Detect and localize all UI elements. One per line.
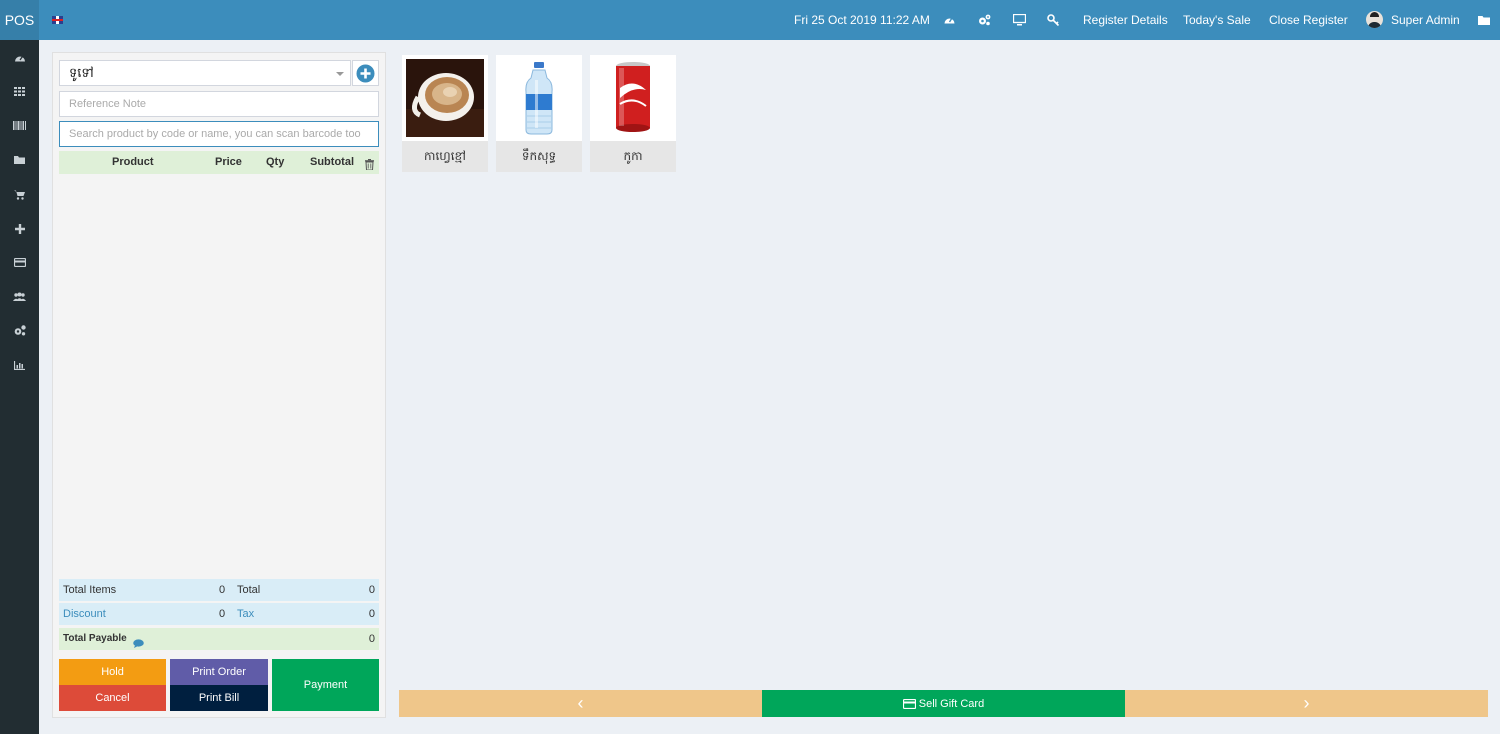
app-logo[interactable]: POS <box>0 0 39 40</box>
sell-gift-card-label: Sell Gift Card <box>918 697 985 710</box>
sidebar-plus-icon[interactable] <box>10 219 29 238</box>
column-qty: Qty <box>266 156 285 168</box>
user-avatar[interactable] <box>1366 11 1383 28</box>
user-name[interactable]: Super Admin <box>1391 0 1460 40</box>
chevron-down-icon <box>336 72 344 76</box>
cancel-button[interactable]: Cancel <box>59 685 166 711</box>
plus-circle-icon <box>356 64 375 82</box>
chevron-right-icon: › <box>1303 693 1310 713</box>
coffee-cup-image <box>402 55 488 141</box>
total-items-value: 0 <box>219 584 226 596</box>
total-payable-value: 0 <box>368 633 375 645</box>
discount-link[interactable]: Discount <box>63 603 106 625</box>
sidebar-settings-icon[interactable] <box>10 321 29 340</box>
tax-link[interactable]: Tax <box>237 603 254 625</box>
column-price: Price <box>215 156 242 168</box>
header-datetime: Fri 25 Oct 2019 11:22 AM <box>794 13 930 27</box>
flag-uk-icon[interactable] <box>52 16 63 24</box>
product-search-input[interactable] <box>59 121 379 147</box>
comment-icon[interactable] <box>133 634 144 656</box>
sidebar-folder-icon[interactable] <box>10 150 29 169</box>
total-items-label: Total Items <box>63 584 117 596</box>
sidebar-barcode-icon[interactable] <box>10 116 29 135</box>
totals-row-items: Total Items 0 Total 0 <box>59 579 379 601</box>
order-items-list <box>59 174 379 578</box>
column-product: Product <box>112 156 154 168</box>
discount-value: 0 <box>219 608 226 620</box>
chevron-left-icon: ‹ <box>577 693 584 713</box>
customer-select[interactable]: ទូទៅ <box>59 60 351 86</box>
todays-sale-link[interactable]: Today's Sale <box>1183 0 1251 40</box>
totals-row-discount: Discount 0 Tax 0 <box>59 603 379 625</box>
sidebar-users-icon[interactable] <box>10 287 29 306</box>
product-tile[interactable]: កូកា <box>590 55 676 172</box>
close-register-link[interactable]: Close Register <box>1269 0 1348 40</box>
sell-gift-card-button[interactable]: Sell Gift Card <box>762 690 1125 717</box>
print-order-button[interactable]: Print Order <box>170 659 268 685</box>
payment-button[interactable]: Payment <box>272 659 379 711</box>
key-icon[interactable] <box>1047 13 1060 26</box>
sidebar-dashboard-icon[interactable] <box>10 48 29 67</box>
sidebar <box>0 40 39 734</box>
product-tile[interactable]: កាហ្វេខ្មៅ <box>402 55 488 172</box>
totals-row-payable: Total Payable 0 <box>59 628 379 650</box>
reference-note-input[interactable] <box>59 91 379 117</box>
monitor-icon[interactable] <box>1013 13 1026 26</box>
previous-page-button[interactable]: ‹ <box>399 690 762 717</box>
order-panel: ទូទៅ Product Price Qty Subtotal Total It… <box>52 52 386 718</box>
register-details-link[interactable]: Register Details <box>1083 0 1168 40</box>
credit-card-icon <box>902 698 916 709</box>
tax-value: 0 <box>368 608 375 620</box>
order-table-header: Product Price Qty Subtotal <box>59 151 379 174</box>
top-navbar: POS Fri 25 Oct 2019 11:22 AM Register De… <box>0 0 1500 40</box>
print-bill-button[interactable]: Print Bill <box>170 685 268 711</box>
total-value: 0 <box>368 584 375 596</box>
product-tile[interactable]: ទឹកសុទ្ធ <box>496 55 582 172</box>
water-bottle-image <box>496 55 582 141</box>
hold-button[interactable]: Hold <box>59 659 166 685</box>
add-customer-button[interactable] <box>352 60 379 86</box>
dashboard-icon[interactable] <box>943 13 956 26</box>
next-page-button[interactable]: › <box>1125 690 1488 717</box>
column-subtotal: Subtotal <box>310 156 354 168</box>
settings-icon[interactable] <box>978 13 991 26</box>
sidebar-grid-icon[interactable] <box>10 82 29 101</box>
customer-select-value: ទូទៅ <box>69 65 94 80</box>
product-name: កាហ្វេខ្មៅ <box>402 141 488 172</box>
total-payable-label: Total Payable <box>63 633 127 644</box>
sidebar-chart-icon[interactable] <box>10 356 29 375</box>
product-name: ទឹកសុទ្ធ <box>496 141 582 172</box>
product-name: កូកា <box>590 141 676 172</box>
sidebar-credit-card-icon[interactable] <box>10 253 29 272</box>
folder-icon[interactable] <box>1477 13 1490 26</box>
sidebar-cart-icon[interactable] <box>10 185 29 204</box>
cola-can-image <box>590 55 676 141</box>
total-label: Total <box>237 584 261 596</box>
